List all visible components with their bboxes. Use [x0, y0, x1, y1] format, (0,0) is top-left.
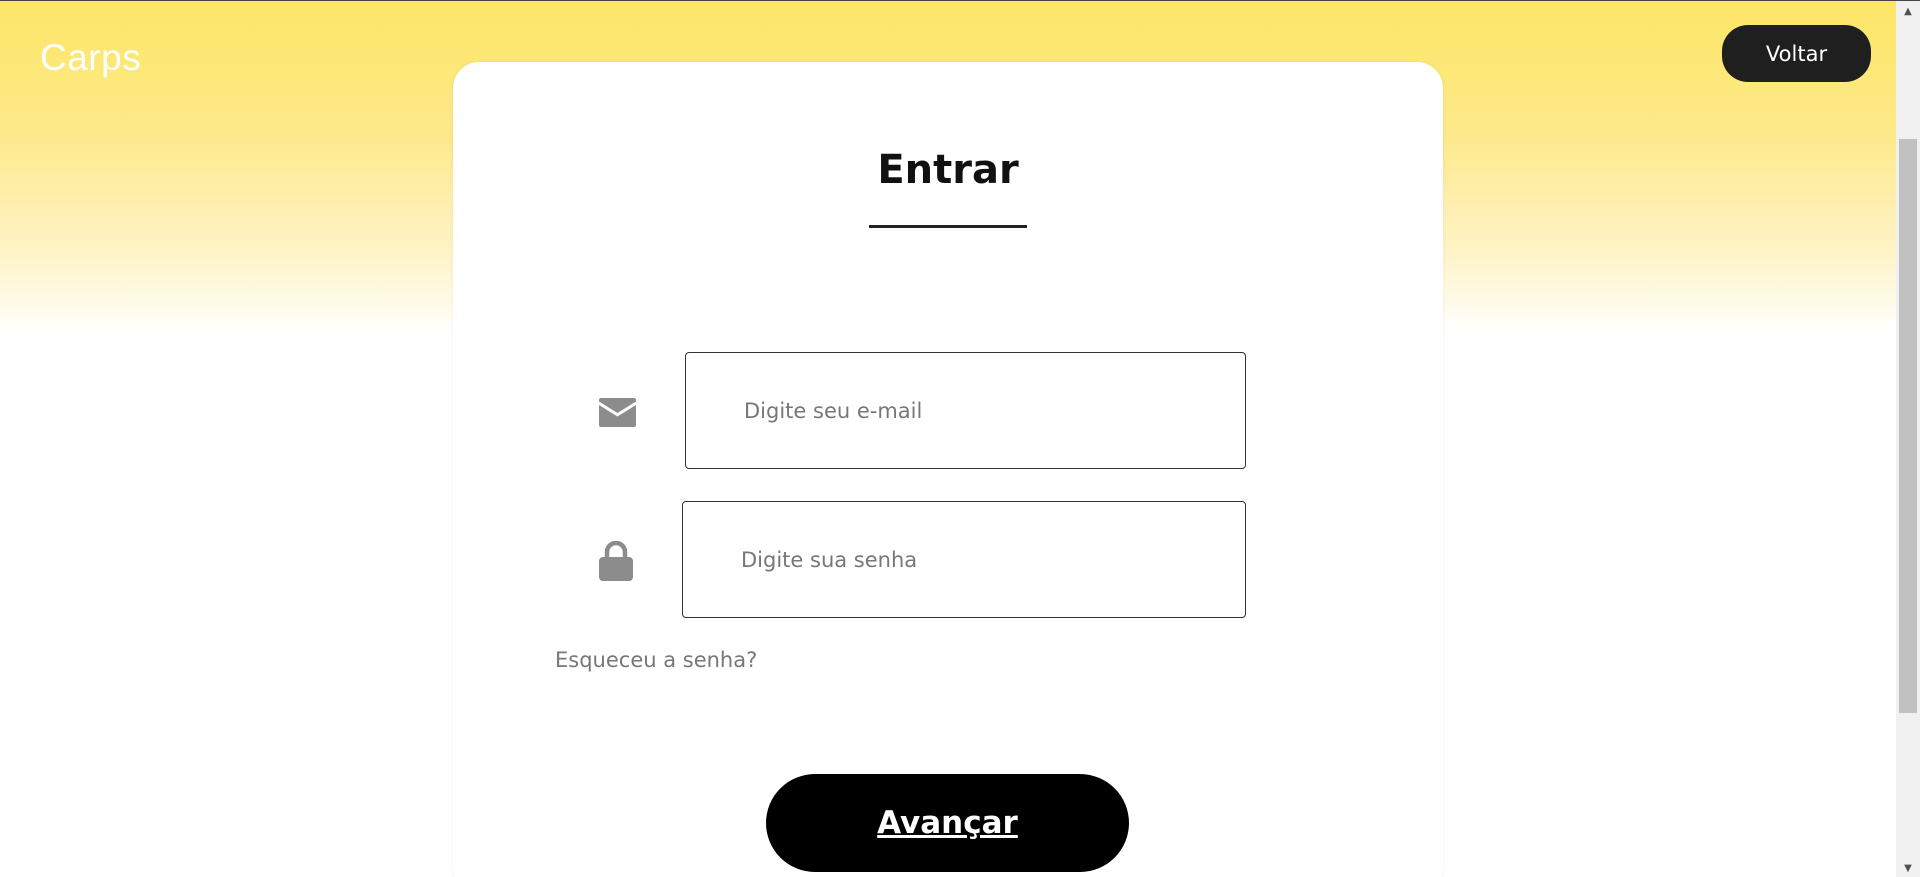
login-card: Entrar Esqueceu a senha? Avançar: [453, 62, 1443, 877]
scroll-down-arrow-icon[interactable]: ▼: [1896, 858, 1920, 877]
vertical-scrollbar[interactable]: ▲ ▼: [1896, 1, 1920, 877]
page-title: Entrar: [877, 147, 1019, 193]
envelope-icon: [597, 392, 637, 432]
password-field[interactable]: [682, 501, 1246, 618]
login-page: Carps Voltar Entrar Esqueceu a senha? Av…: [0, 0, 1920, 877]
brand-logo[interactable]: Carps: [40, 37, 141, 79]
back-button[interactable]: Voltar: [1722, 25, 1871, 82]
forgot-password-link[interactable]: Esqueceu a senha?: [555, 648, 757, 672]
email-field[interactable]: [685, 352, 1246, 469]
submit-button[interactable]: Avançar: [766, 774, 1129, 872]
title-underline: [869, 225, 1027, 228]
scrollbar-thumb[interactable]: [1899, 139, 1917, 713]
scroll-up-arrow-icon[interactable]: ▲: [1896, 1, 1920, 21]
lock-icon: [596, 541, 636, 581]
